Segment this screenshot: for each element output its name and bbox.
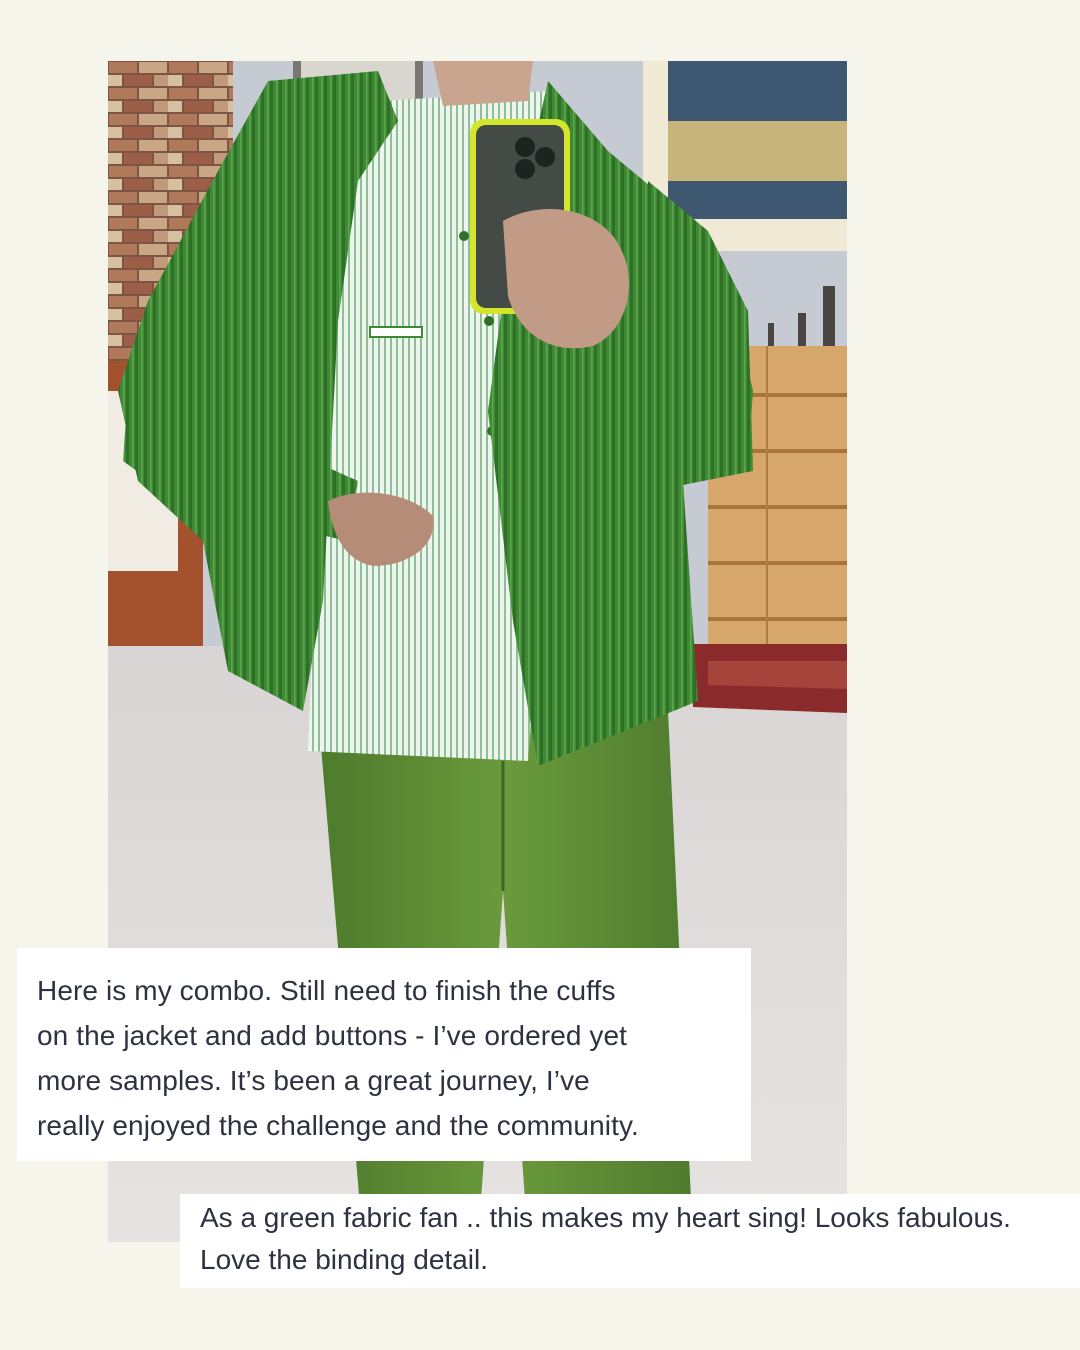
- comment-1-line-1: Here is my combo. Still need to finish t…: [37, 975, 616, 1006]
- comment-2-line-2: Love the binding detail.: [200, 1244, 488, 1275]
- comment-1-line-4: really enjoyed the challenge and the com…: [37, 1110, 639, 1141]
- comment-2-line-1: As a green fabric fan .. this makes my h…: [200, 1202, 1011, 1233]
- comment-bubble-2: As a green fabric fan .. this makes my h…: [180, 1194, 1080, 1288]
- comment-1-line-2: on the jacket and add buttons - I’ve ord…: [37, 1020, 628, 1051]
- comment-1-line-3: more samples. It’s been a great journey,…: [37, 1065, 590, 1096]
- comment-bubble-1: Here is my combo. Still need to finish t…: [17, 948, 751, 1161]
